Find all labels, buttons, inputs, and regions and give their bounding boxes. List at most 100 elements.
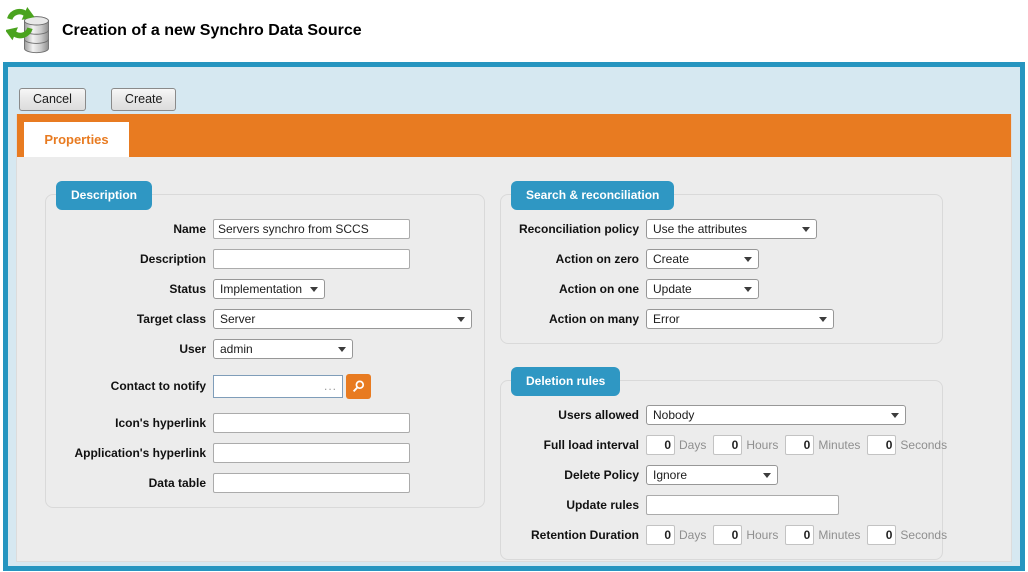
status-value: Implementation	[220, 282, 302, 296]
retention-minutes-input[interactable]	[785, 525, 814, 545]
target-class-label: Target class	[58, 312, 206, 326]
reconciliation-policy-label: Reconciliation policy	[513, 222, 639, 236]
full-load-seconds-input[interactable]	[867, 435, 896, 455]
full-load-days-input[interactable]	[646, 435, 675, 455]
action-on-one-row: Action on one Update	[513, 279, 930, 299]
search-icon	[351, 379, 366, 394]
page-header: Creation of a new Synchro Data Source	[0, 0, 1028, 62]
seconds-unit-label: Seconds	[900, 528, 947, 542]
description-label: Description	[58, 252, 206, 266]
right-column: Search & reconciliation Reconciliation p…	[500, 194, 943, 560]
full-load-minutes-input[interactable]	[785, 435, 814, 455]
days-unit-label: Days	[679, 528, 706, 542]
tab-properties[interactable]: Properties	[24, 122, 129, 157]
delete-policy-value: Ignore	[653, 468, 687, 482]
user-value: admin	[220, 342, 253, 356]
data-table-label: Data table	[58, 476, 206, 490]
user-label: User	[58, 342, 206, 356]
action-on-many-select[interactable]: Error	[646, 309, 834, 329]
chevron-down-icon	[338, 347, 346, 352]
description-input[interactable]	[213, 249, 410, 269]
minutes-unit-label: Minutes	[818, 438, 860, 452]
chevron-down-icon	[819, 317, 827, 322]
description-fieldset: Description Name Description Status	[45, 194, 485, 508]
retention-seconds-input[interactable]	[867, 525, 896, 545]
tab-content: Description Name Description Status	[17, 157, 1011, 562]
icon-hyperlink-input[interactable]	[213, 413, 410, 433]
name-label: Name	[58, 222, 206, 236]
chevron-down-icon	[744, 287, 752, 292]
action-on-zero-select[interactable]: Create	[646, 249, 759, 269]
contact-search-button[interactable]	[346, 374, 371, 399]
icon-hyperlink-row: Icon's hyperlink	[58, 413, 472, 433]
update-rules-input[interactable]	[646, 495, 839, 515]
users-allowed-select[interactable]: Nobody	[646, 405, 906, 425]
application-hyperlink-label: Application's hyperlink	[58, 446, 206, 460]
reconciliation-policy-select[interactable]: Use the attributes	[646, 219, 817, 239]
action-on-zero-row: Action on zero Create	[513, 249, 930, 269]
name-input[interactable]	[213, 219, 410, 239]
full-load-hours-input[interactable]	[713, 435, 742, 455]
synchro-datasource-logo	[6, 6, 54, 56]
deletion-rules-legend: Deletion rules	[511, 367, 620, 396]
status-label: Status	[58, 282, 206, 296]
cancel-button[interactable]: Cancel	[19, 88, 86, 111]
users-allowed-value: Nobody	[653, 408, 694, 422]
update-rules-row: Update rules	[513, 495, 930, 515]
chevron-down-icon	[763, 473, 771, 478]
users-allowed-label: Users allowed	[513, 408, 639, 422]
contact-to-notify-row: Contact to notify ...	[58, 369, 472, 403]
chevron-down-icon	[802, 227, 810, 232]
seconds-unit-label: Seconds	[900, 438, 947, 452]
hours-unit-label: Hours	[746, 438, 778, 452]
delete-policy-label: Delete Policy	[513, 468, 639, 482]
contact-to-notify-label: Contact to notify	[58, 379, 206, 393]
reconciliation-policy-value: Use the attributes	[653, 222, 747, 236]
status-select[interactable]: Implementation	[213, 279, 325, 299]
retention-duration-row: Retention Duration Days Hours Minutes Se…	[513, 525, 930, 545]
reconciliation-policy-row: Reconciliation policy Use the attributes	[513, 219, 930, 239]
search-reconciliation-legend: Search & reconciliation	[511, 181, 674, 210]
retention-duration-label: Retention Duration	[513, 528, 639, 542]
chevron-down-icon	[457, 317, 465, 322]
data-table-input[interactable]	[213, 473, 410, 493]
status-row: Status Implementation	[58, 279, 472, 299]
main-panel: Cancel Create Properties Description Nam…	[3, 62, 1025, 571]
application-hyperlink-row: Application's hyperlink	[58, 443, 472, 463]
data-table-row: Data table	[58, 473, 472, 493]
description-legend: Description	[56, 181, 152, 210]
action-on-zero-label: Action on zero	[513, 252, 639, 266]
tab-bar: Properties	[17, 114, 1011, 157]
toolbar: Cancel Create	[16, 67, 1012, 114]
users-allowed-row: Users allowed Nobody	[513, 405, 930, 425]
page-title: Creation of a new Synchro Data Source	[62, 22, 362, 40]
action-on-one-value: Update	[653, 282, 692, 296]
delete-policy-select[interactable]: Ignore	[646, 465, 778, 485]
action-on-many-row: Action on many Error	[513, 309, 930, 329]
retention-hours-input[interactable]	[713, 525, 742, 545]
minutes-unit-label: Minutes	[818, 528, 860, 542]
target-class-select[interactable]: Server	[213, 309, 472, 329]
window: Creation of a new Synchro Data Source Ca…	[0, 0, 1028, 62]
icon-hyperlink-label: Icon's hyperlink	[58, 416, 206, 430]
chevron-down-icon	[744, 257, 752, 262]
application-hyperlink-input[interactable]	[213, 443, 410, 463]
retention-days-input[interactable]	[646, 525, 675, 545]
action-on-many-value: Error	[653, 312, 680, 326]
search-reconciliation-fieldset: Search & reconciliation Reconciliation p…	[500, 194, 943, 344]
target-class-value: Server	[220, 312, 255, 326]
user-row: User admin	[58, 339, 472, 359]
deletion-rules-fieldset: Deletion rules Users allowed Nobody Full…	[500, 380, 943, 560]
create-button[interactable]: Create	[111, 88, 177, 111]
action-on-one-select[interactable]: Update	[646, 279, 759, 299]
full-load-interval-label: Full load interval	[513, 438, 639, 452]
chevron-down-icon	[891, 413, 899, 418]
form-container: Properties Description Name Description	[16, 114, 1012, 562]
name-row: Name	[58, 219, 472, 239]
chevron-down-icon	[310, 287, 318, 292]
action-on-one-label: Action on one	[513, 282, 639, 296]
contact-to-notify-input[interactable]: ...	[213, 375, 343, 398]
contact-to-notify-widget: ...	[213, 374, 371, 399]
user-select[interactable]: admin	[213, 339, 353, 359]
days-unit-label: Days	[679, 438, 706, 452]
